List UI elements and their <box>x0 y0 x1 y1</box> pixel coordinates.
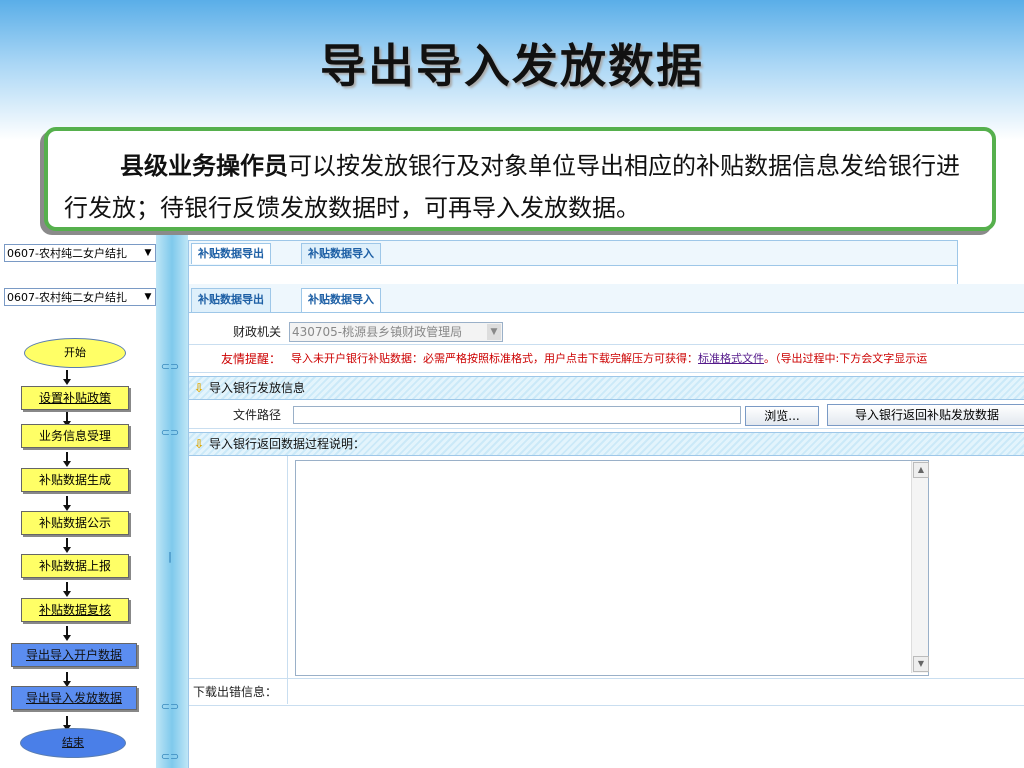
splitter-grip-icon: ⊂⊃ <box>160 750 180 763</box>
main-tab-bar: 补贴数据导出 补贴数据导入 <box>189 284 1024 313</box>
reminder-tail: 。（导出过程中:下方会文字显示运 <box>764 352 928 365</box>
scroll-up-icon[interactable]: ▲ <box>913 462 929 478</box>
splitter-grip-icon: ⊂⊃ <box>160 700 180 713</box>
flow-step-publish-data[interactable]: 补贴数据公示 <box>21 511 129 535</box>
file-path-input[interactable] <box>293 406 741 424</box>
scroll-down-icon[interactable]: ▼ <box>913 656 929 672</box>
reminder-label: 友情提醒： <box>220 352 281 366</box>
chevron-down-icon[interactable]: ▼ <box>142 246 154 260</box>
flow-end[interactable]: 结束 <box>20 728 126 758</box>
background-window: 补贴数据导出 补贴数据导入 <box>188 240 958 286</box>
import-panel: 补贴数据导出 补贴数据导入 财政机关 430705-桃源县乡镇财政管理局 ▼ 友… <box>188 284 1024 768</box>
category-select-1[interactable]: 0607-农村纯二女户结扎 ▼ <box>4 244 156 262</box>
category-select-2[interactable]: 0607-农村纯二女户结扎 ▼ <box>4 288 156 306</box>
file-path-label: 文件路径 <box>232 408 281 422</box>
reminder-text: 导入未开户银行补贴数据：必需严格按照标准格式，用户点击下载完解压方可获得： <box>291 352 698 365</box>
flow-step-set-policy[interactable]: 设置补贴政策 <box>21 386 129 410</box>
background-tab-export[interactable]: 补贴数据导出 <box>191 243 271 264</box>
section-import-info-title: 导入银行发放信息 <box>209 381 306 395</box>
browse-button[interactable]: 浏览... <box>745 406 819 426</box>
splitter-grip-icon: ⊂⊃ <box>160 426 180 439</box>
flow-step-payment-data[interactable]: 导出导入发放数据 <box>11 686 137 710</box>
standard-format-link[interactable]: 标准格式文件 <box>698 352 764 365</box>
download-error-label: 下载出错信息： <box>193 685 278 699</box>
flow-step-report-data[interactable]: 补贴数据上报 <box>21 554 129 578</box>
flow-step-accept-business[interactable]: 业务信息受理 <box>21 424 129 448</box>
flow-step-account-data[interactable]: 导出导入开户数据 <box>11 643 137 667</box>
section-process-title: 导入银行返回数据过程说明： <box>209 437 366 451</box>
left-flow-panel: 0607-农村纯二女户结扎 ▼ 0607-农村纯二女户结扎 ▼ 开始 设置补贴政… <box>0 232 156 768</box>
tab-export[interactable]: 补贴数据导出 <box>191 288 271 312</box>
callout-strong-text: 县级业务操作员 <box>120 152 288 180</box>
finance-row: 财政机关 430705-桃源县乡镇财政管理局 ▼ <box>189 320 1024 345</box>
flow-start[interactable]: 开始 <box>24 338 126 368</box>
flow-arrow-icon <box>63 672 71 687</box>
column-divider <box>287 456 288 704</box>
section-process-description: ⇩ 导入银行返回数据过程说明： <box>189 432 1024 456</box>
download-error-row: 下载出错信息： <box>189 678 1024 706</box>
category-select-2-value: 0607-农村纯二女户结扎 <box>7 291 127 304</box>
slide-title: 导出导入发放数据 <box>320 39 704 93</box>
process-log-textarea[interactable]: ▲ ▼ <box>295 460 929 676</box>
flow-step-review-data[interactable]: 补贴数据复核 <box>21 598 129 622</box>
panel-splitter[interactable]: ⊂⊃ ⊂⊃ | ⊂⊃ ⊂⊃ <box>156 232 188 768</box>
flow-arrow-icon <box>63 412 71 427</box>
background-tab-import[interactable]: 补贴数据导入 <box>301 243 381 264</box>
flow-step-generate-data[interactable]: 补贴数据生成 <box>21 468 129 492</box>
flow-arrow-icon <box>63 582 71 597</box>
reminder-row: 友情提醒： 导入未开户银行补贴数据：必需严格按照标准格式，用户点击下载完解压方可… <box>189 346 1024 373</box>
chevron-down-icon[interactable]: ▼ <box>142 290 154 304</box>
import-bank-return-button[interactable]: 导入银行返回补贴发放数据 <box>827 404 1024 426</box>
finance-select-value: 430705-桃源县乡镇财政管理局 <box>292 325 463 339</box>
chevron-down-icon[interactable]: ▼ <box>487 324 501 340</box>
file-path-row: 文件路径 浏览... 导入银行返回补贴发放数据 <box>189 402 1024 429</box>
finance-select[interactable]: 430705-桃源县乡镇财政管理局 ▼ <box>289 322 503 342</box>
flow-arrow-icon <box>63 716 71 731</box>
category-select-1-value: 0607-农村纯二女户结扎 <box>7 247 127 260</box>
finance-label: 财政机关 <box>232 325 281 339</box>
flow-arrow-icon <box>63 538 71 553</box>
vertical-scrollbar[interactable]: ▲ ▼ <box>911 461 929 673</box>
arrow-down-icon: ⇩ <box>193 437 205 451</box>
callout-box: 县级业务操作员可以按发放银行及对象单位导出相应的补贴数据信息发给银行进行发放；待… <box>44 127 996 231</box>
arrow-down-icon: ⇩ <box>193 381 205 395</box>
flow-arrow-icon <box>63 452 71 467</box>
tab-import[interactable]: 补贴数据导入 <box>301 288 381 312</box>
flow-arrow-icon <box>63 370 71 385</box>
flow-arrow-icon <box>63 626 71 641</box>
reminder-text-container: 导入未开户银行补贴数据：必需严格按照标准格式，用户点击下载完解压方可获得：标准格… <box>291 346 927 372</box>
section-import-info: ⇩ 导入银行发放信息 <box>189 376 1024 400</box>
splitter-grip-icon: ⊂⊃ <box>160 360 180 373</box>
collapse-handle-icon[interactable]: | <box>156 550 184 568</box>
background-tab-bar: 补贴数据导出 补贴数据导入 <box>189 241 957 266</box>
flow-arrow-icon <box>63 496 71 511</box>
